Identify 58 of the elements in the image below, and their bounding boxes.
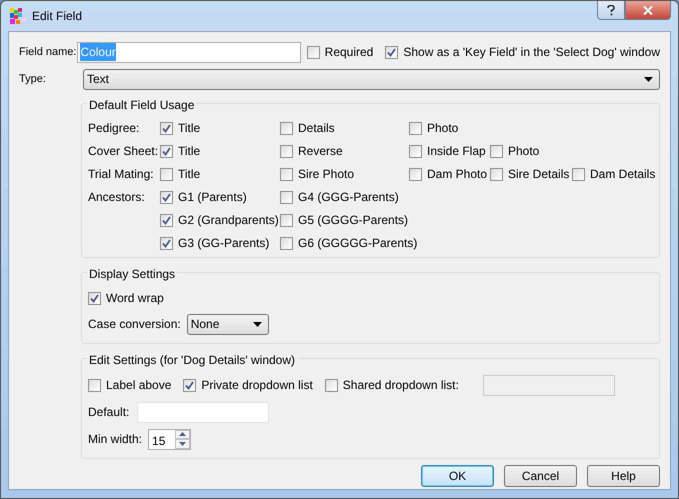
field-label: Min width: xyxy=(88,431,142,448)
close-button[interactable] xyxy=(625,1,671,20)
checkmark-icon xyxy=(90,294,99,302)
spin-field[interactable]: 15 xyxy=(148,428,192,450)
row-label: Ancestors: xyxy=(88,189,145,206)
window-title: Edit Field xyxy=(32,8,82,25)
help-button[interactable] xyxy=(597,1,625,20)
down-arrow-icon[interactable] xyxy=(179,442,186,446)
row-label: Trial Mating: xyxy=(88,166,154,183)
checkbox[interactable]: G3 (GG-Parents) xyxy=(160,234,270,252)
dialog-button[interactable]: OK xyxy=(421,464,494,486)
close-icon xyxy=(643,6,653,14)
checkbox[interactable]: G1 (Parents) xyxy=(160,188,247,206)
app-icon xyxy=(10,8,26,24)
checkbox[interactable]: Word wrap xyxy=(88,289,164,307)
checkbox[interactable]: G5 (GGGG-Parents) xyxy=(280,211,408,229)
dropdown-arrow-icon xyxy=(252,322,262,326)
checkbox[interactable]: G6 (GGGGG-Parents) xyxy=(280,234,418,252)
checkbox[interactable]: Inside Flap xyxy=(409,142,486,160)
field-label: Type: xyxy=(19,72,47,87)
up-arrow-icon[interactable] xyxy=(179,432,186,436)
checkbox[interactable]: Title xyxy=(160,142,200,160)
type-dropdown[interactable]: Text xyxy=(83,68,660,90)
checkbox[interactable]: Details xyxy=(280,119,335,137)
checkbox[interactable]: Photo xyxy=(409,119,458,137)
checkbox[interactable]: Required xyxy=(306,43,374,61)
checkbox[interactable]: Shared dropdown list: xyxy=(324,376,459,394)
checkbox[interactable]: Photo xyxy=(490,142,540,160)
field-label: Case conversion: xyxy=(88,316,181,333)
checkmark-icon xyxy=(387,48,396,56)
case-dropdown[interactable]: None xyxy=(186,314,269,334)
checkbox[interactable]: Show as a 'Key Field' in the 'Select Dog' window xyxy=(385,43,660,61)
checkbox[interactable]: Title xyxy=(160,165,200,183)
dropdown-arrow-icon xyxy=(644,76,653,82)
checkbox[interactable]: Sire Photo xyxy=(280,165,354,183)
checkbox[interactable]: Reverse xyxy=(280,142,343,160)
checkbox[interactable]: Title xyxy=(160,119,200,137)
checkbox[interactable]: Dam Photo xyxy=(409,165,488,183)
checkbox[interactable]: Label above xyxy=(88,376,172,394)
input-field[interactable] xyxy=(137,402,270,422)
checkbox[interactable]: Sire Details xyxy=(490,165,570,183)
row-label: Pedigree: xyxy=(88,120,140,137)
field-label: Field name: xyxy=(19,44,78,60)
checkmark-icon xyxy=(185,380,194,390)
dialog-button[interactable]: Help xyxy=(587,464,660,486)
checkmark-icon xyxy=(162,192,171,202)
checkmark-icon xyxy=(162,238,171,248)
checkbox[interactable]: Dam Details xyxy=(572,165,656,183)
checkbox[interactable]: G2 (Grandparents) xyxy=(160,211,279,229)
checkbox[interactable]: G4 (GGG-Parents) xyxy=(280,188,399,206)
checkmark-icon xyxy=(162,146,171,156)
checkmark-icon xyxy=(162,216,171,224)
row-label: Cover Sheet: xyxy=(88,143,158,160)
help-icon xyxy=(607,4,615,16)
field-label: Default: xyxy=(88,404,130,421)
checkmark-icon xyxy=(162,124,171,132)
dialog-button[interactable]: Cancel xyxy=(504,464,577,486)
checkbox[interactable]: Private dropdown list xyxy=(183,376,313,394)
